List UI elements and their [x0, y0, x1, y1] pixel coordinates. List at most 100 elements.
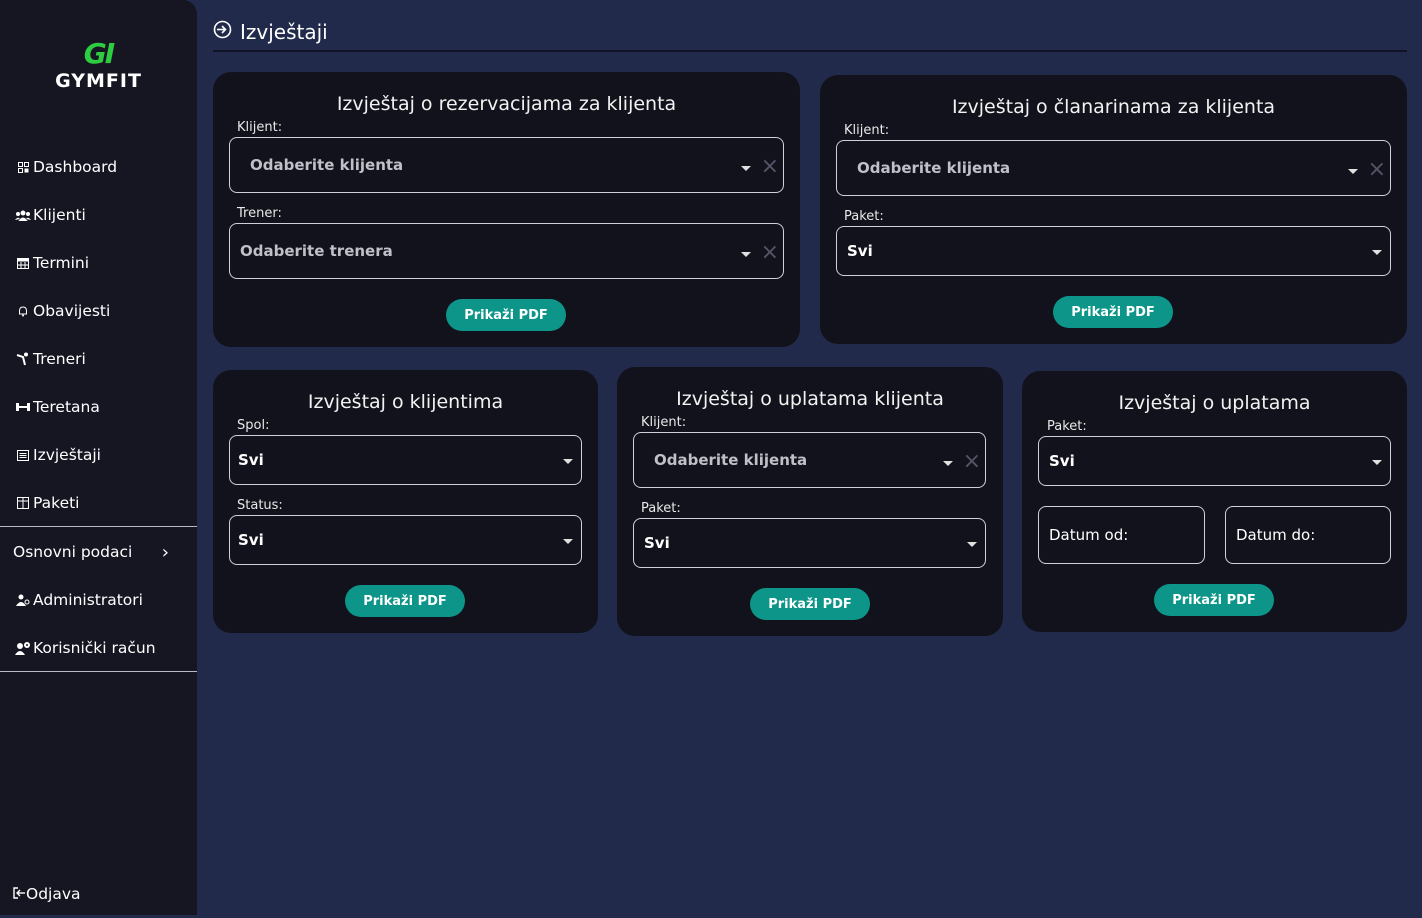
sidebar-item-klijenti[interactable]: Klijenti	[0, 191, 197, 239]
sidebar-item-administratori[interactable]: Administratori	[0, 576, 197, 624]
gender-label: Spol:	[237, 418, 270, 433]
trainer-label: Trener:	[237, 206, 282, 221]
sidebar-item-label: Klijenti	[33, 206, 86, 224]
sidebar-item-treneri[interactable]: Treneri	[0, 335, 197, 383]
clear-icon[interactable]: ×	[963, 451, 981, 473]
page-title: Izvještaji	[240, 20, 328, 44]
card-client-payments-report: Izvještaj o uplatama klijenta Klijent: O…	[617, 367, 1003, 636]
chevron-right-icon: ›	[161, 541, 169, 563]
status-label: Status:	[237, 498, 283, 513]
sidebar-item-osnovni-podaci[interactable]: Osnovni podaci ›	[0, 528, 197, 576]
package-label: Paket:	[1047, 419, 1087, 434]
dumbbell-icon	[13, 402, 33, 412]
clear-icon[interactable]: ×	[761, 156, 779, 178]
package-label: Paket:	[641, 501, 681, 516]
sidebar-nav: Dashboard Klijenti Termini Obavijesti Tr…	[0, 143, 197, 527]
sidebar-item-label: Izvještaji	[33, 446, 101, 464]
sidebar-item-paketi[interactable]: Paketi	[0, 479, 197, 527]
dropdown-caret-icon	[1348, 169, 1358, 174]
calendar-icon	[13, 257, 33, 269]
sidebar-item-label: Treneri	[33, 350, 86, 368]
show-pdf-button[interactable]: Prikaži PDF	[446, 299, 566, 331]
sidebar-nav-secondary: Administratori Korisnički račun	[0, 576, 197, 672]
sidebar-item-dashboard[interactable]: Dashboard	[0, 143, 197, 191]
card-reservations-report: Izvještaj o rezervacijama za klijenta Kl…	[213, 72, 800, 347]
client-placeholder: Odaberite klijenta	[654, 451, 808, 469]
client-label: Klijent:	[641, 415, 687, 430]
user-gear-icon	[13, 641, 33, 655]
logo-text: GYMFIT	[55, 70, 142, 92]
dropdown-caret-icon	[1372, 460, 1382, 465]
login-arrow-icon	[213, 20, 232, 44]
dropdown-caret-icon	[741, 252, 751, 257]
card-title: Izvještaj o uplatama klijenta	[676, 388, 944, 410]
client-select[interactable]: Odaberite klijenta ×	[836, 140, 1391, 196]
sidebar-item-obavijesti[interactable]: Obavijesti	[0, 287, 197, 335]
sidebar-item-label: Teretana	[33, 398, 100, 416]
trainer-select[interactable]: Odaberite trenera ×	[229, 223, 784, 279]
sidebar: GI GYMFIT Dashboard Klijenti Termini Oba…	[0, 0, 197, 915]
gender-value: Svi	[238, 451, 264, 469]
show-pdf-button[interactable]: Prikaži PDF	[345, 585, 465, 617]
sidebar-item-label: Odjava	[26, 885, 81, 903]
sidebar-item-teretana[interactable]: Teretana	[0, 383, 197, 431]
card-title: Izvještaj o uplatama	[1118, 392, 1311, 414]
show-pdf-button[interactable]: Prikaži PDF	[750, 588, 870, 620]
report-icon	[13, 449, 33, 461]
page-header: Izvještaji	[213, 14, 1407, 52]
sidebar-item-label: Termini	[33, 254, 90, 272]
clear-icon[interactable]: ×	[1368, 159, 1386, 181]
card-title: Izvještaj o rezervacijama za klijenta	[336, 93, 677, 115]
client-label: Klijent:	[844, 123, 890, 138]
package-select[interactable]: Svi	[1038, 436, 1391, 486]
client-placeholder: Odaberite klijenta	[857, 159, 1011, 177]
client-label: Klijent:	[237, 120, 283, 135]
sidebar-item-termini[interactable]: Termini	[0, 239, 197, 287]
show-pdf-button[interactable]: Prikaži PDF	[1154, 584, 1274, 616]
sidebar-item-label: Paketi	[33, 494, 80, 512]
dropdown-caret-icon	[563, 459, 573, 464]
date-from-field[interactable]: Datum od:	[1038, 506, 1205, 564]
package-select[interactable]: Svi	[633, 518, 986, 568]
package-select[interactable]: Svi	[836, 226, 1391, 276]
trainer-placeholder: Odaberite trenera	[240, 242, 393, 260]
logo-mark: GI	[83, 37, 115, 70]
sidebar-item-label: Obavijesti	[33, 302, 111, 320]
sidebar-item-label: Korisnički račun	[33, 639, 156, 657]
dropdown-caret-icon	[563, 539, 573, 544]
sidebar-divider	[0, 526, 197, 527]
sidebar-divider	[0, 671, 197, 672]
clear-icon[interactable]: ×	[761, 242, 779, 264]
admin-icon	[13, 594, 33, 606]
logo[interactable]: GI GYMFIT	[0, 37, 197, 93]
show-pdf-button[interactable]: Prikaži PDF	[1053, 296, 1173, 328]
gender-select[interactable]: Svi	[229, 435, 582, 485]
dropdown-caret-icon	[741, 166, 751, 171]
client-placeholder: Odaberite klijenta	[250, 156, 404, 174]
sidebar-item-label: Dashboard	[33, 158, 118, 176]
card-clients-report: Izvještaj o klijentima Spol: Svi Status:…	[213, 370, 598, 633]
dropdown-caret-icon	[967, 542, 977, 547]
date-to-label: Datum do:	[1236, 526, 1316, 544]
package-icon	[13, 497, 33, 509]
status-select[interactable]: Svi	[229, 515, 582, 565]
sidebar-item-korisnicki-racun[interactable]: Korisnički račun	[0, 624, 197, 672]
client-select[interactable]: Odaberite klijenta ×	[229, 137, 784, 193]
dropdown-caret-icon	[1372, 250, 1382, 255]
sidebar-item-label: Administratori	[33, 591, 143, 609]
date-from-label: Datum od:	[1049, 526, 1129, 544]
package-label: Paket:	[844, 209, 884, 224]
sidebar-item-label: Osnovni podaci	[13, 543, 133, 561]
dashboard-icon	[13, 161, 33, 173]
card-memberships-report: Izvještaj o članarinama za klijenta Klij…	[820, 75, 1407, 344]
date-to-field[interactable]: Datum do:	[1225, 506, 1391, 564]
sidebar-item-izvjestaji[interactable]: Izvještaji	[0, 431, 197, 479]
trainer-icon	[13, 352, 33, 366]
bell-icon	[13, 305, 33, 317]
client-select[interactable]: Odaberite klijenta ×	[633, 432, 986, 488]
sidebar-item-odjava[interactable]: Odjava	[0, 870, 197, 918]
logout-icon	[13, 885, 26, 903]
card-title: Izvještaj o klijentima	[307, 391, 504, 413]
package-value: Svi	[644, 534, 670, 552]
status-value: Svi	[238, 531, 264, 549]
